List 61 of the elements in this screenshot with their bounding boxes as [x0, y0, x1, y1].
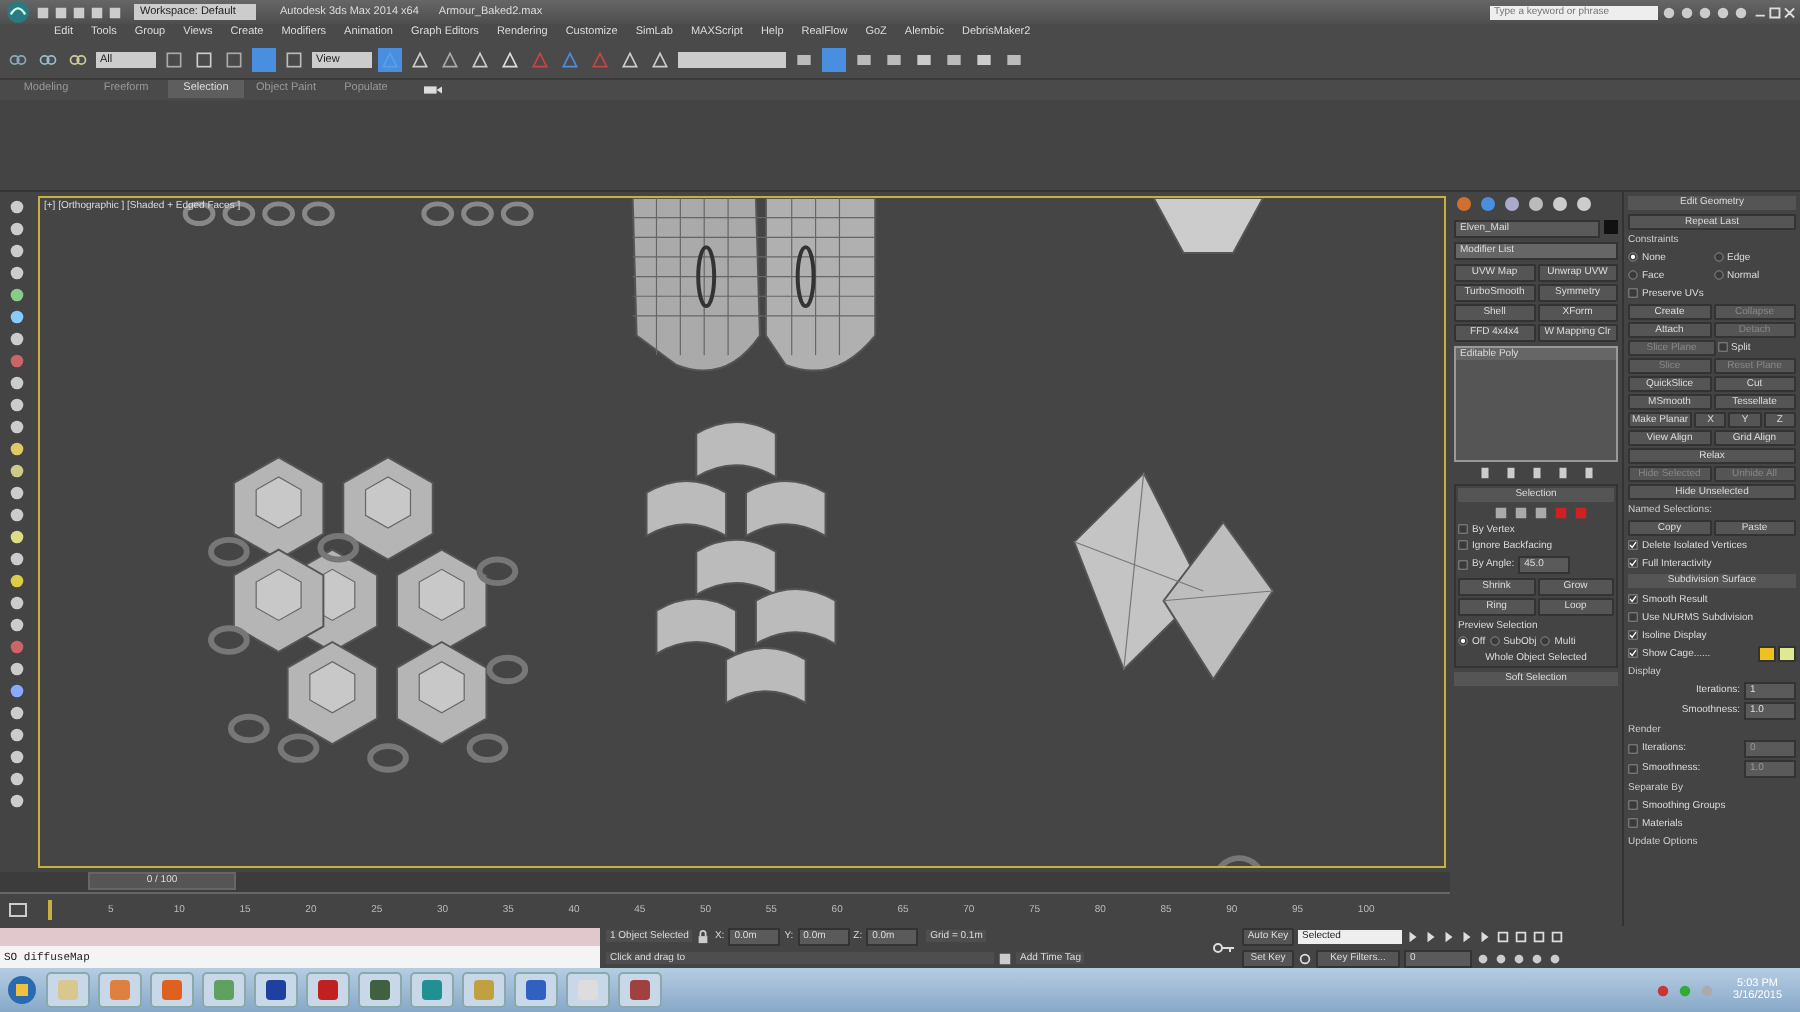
taskbar-app-icon[interactable] [358, 972, 402, 1009]
checkbox[interactable] [1628, 800, 1638, 811]
radio-button[interactable] [1713, 270, 1723, 281]
tool-icon[interactable] [438, 47, 462, 72]
taskbar-app-icon[interactable] [306, 972, 350, 1009]
panel-tab-icon[interactable] [1454, 193, 1474, 214]
checkbox[interactable] [1628, 594, 1638, 605]
app-logo-icon[interactable] [4, 0, 32, 24]
checkbox[interactable] [1458, 540, 1468, 551]
panel-tab-icon[interactable] [1502, 193, 1522, 214]
cage-color-swatch[interactable] [1778, 645, 1796, 662]
cage-color-swatch[interactable] [1758, 645, 1776, 662]
radio-button[interactable] [1458, 636, 1468, 647]
taskbar-app-icon[interactable] [618, 972, 662, 1009]
checkbox[interactable] [1628, 743, 1638, 754]
tool-icon[interactable] [498, 47, 522, 72]
radio-button[interactable] [1628, 270, 1638, 281]
radio-button[interactable] [1540, 636, 1551, 647]
tool-icon[interactable] [162, 47, 186, 72]
object-color-swatch[interactable] [1604, 219, 1618, 234]
checkbox[interactable] [1628, 540, 1638, 551]
spike-mesh-drawing [1152, 197, 1265, 254]
radio-button[interactable] [1713, 252, 1723, 263]
radio-button[interactable] [1628, 252, 1638, 263]
tool-icon[interactable] [408, 47, 432, 72]
panel-tab-icon[interactable] [1550, 193, 1570, 214]
panel-tab-icon[interactable] [1526, 193, 1546, 214]
radio-button[interactable] [1489, 636, 1500, 647]
key-icon[interactable] [1212, 941, 1236, 954]
tool-icon[interactable] [648, 47, 672, 72]
checkbox[interactable] [1628, 558, 1638, 569]
taskbar-app-icon[interactable] [410, 972, 454, 1009]
selection-set-dropdown[interactable] [678, 51, 786, 68]
key-filter-icon[interactable] [1298, 951, 1312, 966]
panel-tab-icon[interactable] [1574, 193, 1594, 214]
checkbox[interactable] [1628, 612, 1638, 623]
checkbox[interactable] [1628, 648, 1638, 659]
window-controls-icon[interactable] [1752, 4, 1796, 20]
start-button-icon[interactable] [6, 974, 38, 1007]
taskbar-app-icon[interactable] [254, 972, 298, 1009]
panel-tab-icon[interactable] [1478, 193, 1498, 214]
tool-icon[interactable] [378, 47, 402, 72]
tool-icon[interactable] [468, 47, 492, 72]
checkbox[interactable] [1717, 342, 1727, 353]
taskbar-app-icon[interactable] [514, 972, 558, 1009]
checkbox[interactable] [1628, 763, 1638, 774]
camera-icon[interactable] [424, 83, 442, 96]
ring-mesh-drawing [1212, 854, 1266, 866]
checkbox[interactable] [1458, 559, 1468, 570]
script-input-field[interactable] [0, 927, 600, 946]
checkbox[interactable] [1458, 524, 1468, 535]
lock-icon[interactable] [696, 929, 711, 944]
checkbox[interactable] [1628, 818, 1638, 829]
tool-icon[interactable] [282, 47, 306, 72]
tool-icon[interactable] [618, 47, 642, 72]
checkbox[interactable] [1628, 288, 1638, 299]
time-tag-icon[interactable] [998, 951, 1012, 966]
tool-icon[interactable] [192, 47, 216, 72]
checkbox[interactable] [1628, 630, 1638, 641]
curve-editor-icon[interactable] [8, 901, 28, 918]
tool-icon[interactable] [222, 47, 246, 72]
